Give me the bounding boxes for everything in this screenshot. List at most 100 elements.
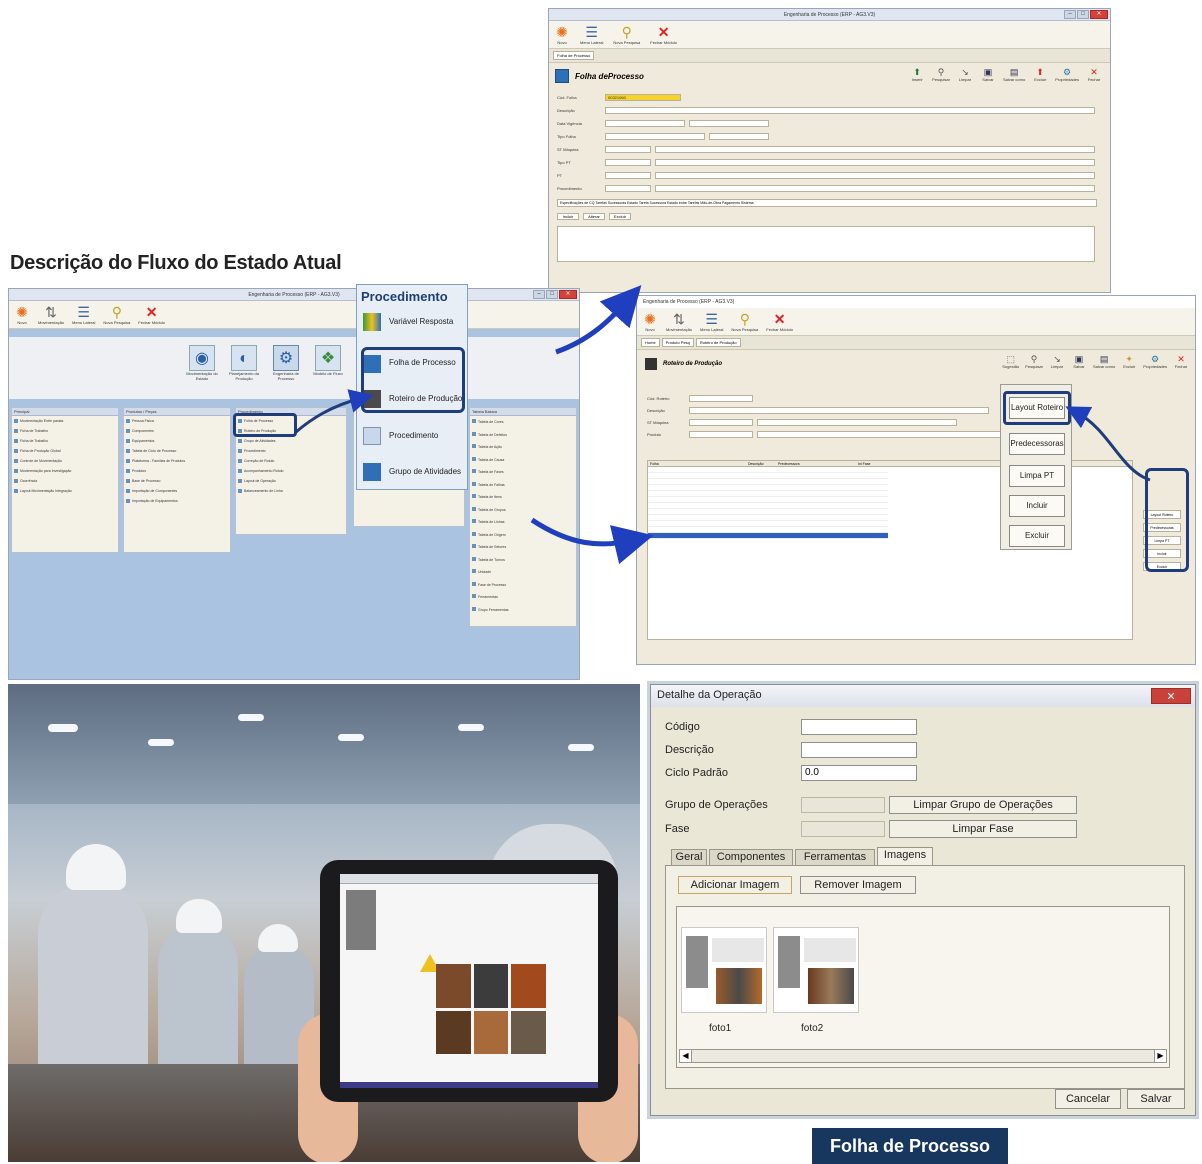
panel-item[interactable]: Tabela de Defeitos bbox=[470, 429, 576, 442]
panel-item[interactable]: Acompanhamento Rotulo bbox=[236, 466, 346, 476]
inserir-button[interactable]: ⬆ Inserir bbox=[909, 67, 925, 82]
novo-button[interactable]: ✺ Novo bbox=[14, 304, 30, 325]
procedimento-field[interactable] bbox=[655, 185, 1095, 192]
minimize-button[interactable]: – bbox=[1064, 10, 1076, 19]
st-maquina-field[interactable] bbox=[655, 146, 1095, 153]
panel-item[interactable]: Procedimento bbox=[236, 446, 346, 456]
panel-item[interactable]: Tabela de Itens bbox=[470, 491, 576, 504]
module-fluxo[interactable]: ❖ Modelo de Fluxo bbox=[311, 345, 345, 381]
limpar-fase-button[interactable]: Limpar Fase bbox=[889, 820, 1077, 838]
panel-item[interactable]: Base de Processo bbox=[124, 476, 230, 486]
tab-home[interactable]: Home bbox=[641, 338, 660, 347]
panel-item[interactable]: Tabela de Ciclo de Processo bbox=[124, 446, 230, 456]
pt-code-field[interactable] bbox=[605, 172, 651, 179]
panel-item[interactable]: Importação de Componentes bbox=[124, 486, 230, 496]
panel-item[interactable]: Movimentação Entre pastas bbox=[12, 416, 118, 426]
tab-geral[interactable]: Geral bbox=[671, 849, 707, 865]
panel-item[interactable]: Ficha de Trabalho bbox=[12, 436, 118, 446]
propriedades-button[interactable]: ⚙ Propriedades bbox=[1143, 354, 1167, 369]
predecessoras-button[interactable]: Predecessoras bbox=[1009, 433, 1065, 455]
tablet-screen[interactable] bbox=[340, 874, 598, 1088]
remover-imagem-button[interactable]: Remover Imagem bbox=[800, 876, 916, 894]
ciclo-padrao-field[interactable]: 0.0 bbox=[801, 765, 917, 781]
descricao-field[interactable] bbox=[689, 407, 989, 414]
panel-item[interactable]: Tabela de Fases bbox=[470, 466, 576, 479]
menu-lateral-button[interactable]: ☰ Menu Lateral bbox=[72, 304, 95, 325]
image-thumb-foto2[interactable] bbox=[773, 927, 859, 1013]
salvar-como-button[interactable]: ▤ Salvar como bbox=[1003, 67, 1025, 82]
fechar-button[interactable]: ✕ Fechar bbox=[1086, 67, 1102, 82]
excluir-button[interactable]: ⬆ Excluir bbox=[1032, 67, 1048, 82]
horizontal-scrollbar[interactable]: ◀ ▶ bbox=[679, 1049, 1167, 1063]
table-row[interactable] bbox=[648, 533, 888, 539]
salvar-como-button[interactable]: ▤ Salvar como bbox=[1093, 354, 1115, 369]
fechar-button[interactable]: ✕ Fechar bbox=[1173, 354, 1189, 369]
salvar-button[interactable]: ▣ Salvar bbox=[1071, 354, 1087, 369]
salvar-button[interactable]: ▣ Salvar bbox=[980, 67, 996, 82]
excluir-grid-button[interactable]: Excluir bbox=[609, 213, 631, 220]
novo-button[interactable]: ✺ Novo bbox=[642, 311, 658, 332]
panel-item[interactable]: Tabela de Setores bbox=[470, 541, 576, 554]
tab-imagens[interactable]: Imagens bbox=[877, 847, 933, 865]
panel-item[interactable]: Tabela de Ação bbox=[470, 441, 576, 454]
excluir-button[interactable]: Excluir bbox=[1009, 525, 1065, 547]
maximize-button[interactable]: □ bbox=[546, 290, 558, 299]
panel-item[interactable]: Layout Movimentação Integração bbox=[12, 486, 118, 496]
module-movimentacao[interactable]: ◉ Movimentação do Estado bbox=[185, 345, 219, 381]
panel-item[interactable]: Tabela de Cores bbox=[470, 416, 576, 429]
fechar-modulo-button[interactable]: ✕ Fechar Módulo bbox=[138, 304, 165, 325]
tab-folha[interactable]: Folha de Processo bbox=[553, 51, 595, 60]
cod-folha-field[interactable]: 00321060 bbox=[605, 94, 681, 101]
produto-code[interactable] bbox=[689, 431, 753, 438]
panel-item[interactable]: Layout de Operação bbox=[236, 476, 346, 486]
panel-item[interactable]: Grupo Ferramentas bbox=[470, 604, 576, 617]
procedimento-code-field[interactable] bbox=[605, 185, 651, 192]
panel-item[interactable]: Unidade bbox=[470, 566, 576, 579]
panel-item[interactable]: Controle de Movimentação bbox=[12, 456, 118, 466]
descricao-field[interactable] bbox=[605, 107, 1095, 114]
panel-item[interactable]: Tabela de Causa bbox=[470, 454, 576, 467]
panel-item[interactable]: Pessoa Fisica bbox=[124, 416, 230, 426]
incluir-button[interactable]: Incluir bbox=[557, 213, 579, 220]
close-button[interactable]: ✕ bbox=[1090, 10, 1108, 19]
panel-item[interactable]: Tabela de Origem bbox=[470, 529, 576, 542]
panel-item[interactable]: Tabela de Linhas bbox=[470, 516, 576, 529]
alterar-button[interactable]: Alterar bbox=[583, 213, 605, 220]
novo-button[interactable]: ✺ Novo bbox=[554, 24, 570, 45]
propriedades-button[interactable]: ⚙ Propriedades bbox=[1055, 67, 1079, 82]
panel-item[interactable]: Equipamentos bbox=[124, 436, 230, 446]
tipo-folha-field[interactable] bbox=[605, 133, 705, 140]
close-button[interactable]: ✕ bbox=[559, 290, 577, 299]
panel-item[interactable]: Fase de Processo bbox=[470, 579, 576, 592]
popup-item-procedimento[interactable]: Procedimento bbox=[389, 431, 438, 440]
module-engenharia[interactable]: ⚙ Engenharia de Processo bbox=[269, 345, 303, 381]
incluir-button[interactable]: Incluir bbox=[1009, 495, 1065, 517]
panel-item[interactable]: Grupo de Atividades bbox=[236, 436, 346, 446]
adicionar-imagem-button[interactable]: Adicionar Imagem bbox=[678, 876, 792, 894]
pesquisar-button[interactable]: ⚲ Pesquisar bbox=[1025, 354, 1043, 369]
panel-item[interactable]: Tabela de Grupos bbox=[470, 504, 576, 517]
limpar-grupo-button[interactable]: Limpar Grupo de Operações bbox=[889, 796, 1077, 814]
tab-roteiro[interactable]: Roteiro de Produção bbox=[695, 338, 741, 347]
cancelar-button[interactable]: Cancelar bbox=[1055, 1089, 1121, 1109]
tipo-folha-extra-field[interactable] bbox=[709, 133, 769, 140]
image-thumb-foto1[interactable] bbox=[681, 927, 767, 1013]
menu-lateral-button[interactable]: ☰ Menu Lateral bbox=[580, 24, 603, 45]
movimentacao-button[interactable]: ⇅ Movimentação bbox=[38, 304, 64, 325]
panel-item[interactable]: Movimentação para Investigação bbox=[12, 466, 118, 476]
salvar-button[interactable]: Salvar bbox=[1127, 1089, 1185, 1109]
nova-pesquisa-button[interactable]: ⚲ Nova Pesquisa bbox=[731, 311, 758, 332]
nova-pesquisa-button[interactable]: ⚲ Nova Pesquisa bbox=[103, 304, 130, 325]
st-maquina-code-field[interactable] bbox=[605, 146, 651, 153]
limpar-button[interactable]: ↘ Limpar bbox=[1049, 354, 1065, 369]
tab-produto[interactable]: Produto Pesq bbox=[661, 338, 694, 347]
minimize-button[interactable]: – bbox=[533, 290, 545, 299]
tipo-pt-field[interactable] bbox=[655, 159, 1095, 166]
panel-item[interactable]: Ferramentas bbox=[470, 591, 576, 604]
limpar-button[interactable]: ↘ Limpar bbox=[957, 67, 973, 82]
data-vigencia-end-field[interactable] bbox=[689, 120, 769, 127]
limpa-pt-button[interactable]: Limpa PT bbox=[1009, 465, 1065, 487]
panel-item[interactable]: Tabela de Falhas bbox=[470, 479, 576, 492]
popup-item-grupo[interactable]: Grupo de Atividades bbox=[389, 467, 461, 476]
specs-grid[interactable] bbox=[557, 226, 1095, 262]
